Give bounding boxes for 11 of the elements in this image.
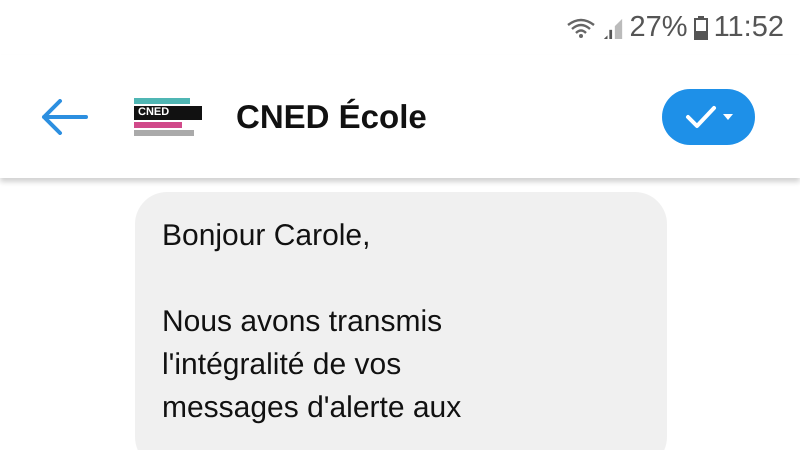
message-text: Nous avons transmis l'intégralité de vos messages d'alerte aux xyxy=(162,304,462,426)
chat-title: CNED École xyxy=(236,98,427,136)
battery-percent: 27% xyxy=(630,11,688,44)
logo-text: CNED xyxy=(138,107,170,118)
caret-icon xyxy=(722,114,732,120)
clock-time: 11:52 xyxy=(714,11,784,44)
message-greeting: Bonjour Carole, xyxy=(162,218,372,254)
wifi-icon xyxy=(566,16,596,38)
battery-icon xyxy=(694,16,708,40)
checkmark-icon xyxy=(684,104,716,128)
back-arrow-icon xyxy=(40,98,88,134)
